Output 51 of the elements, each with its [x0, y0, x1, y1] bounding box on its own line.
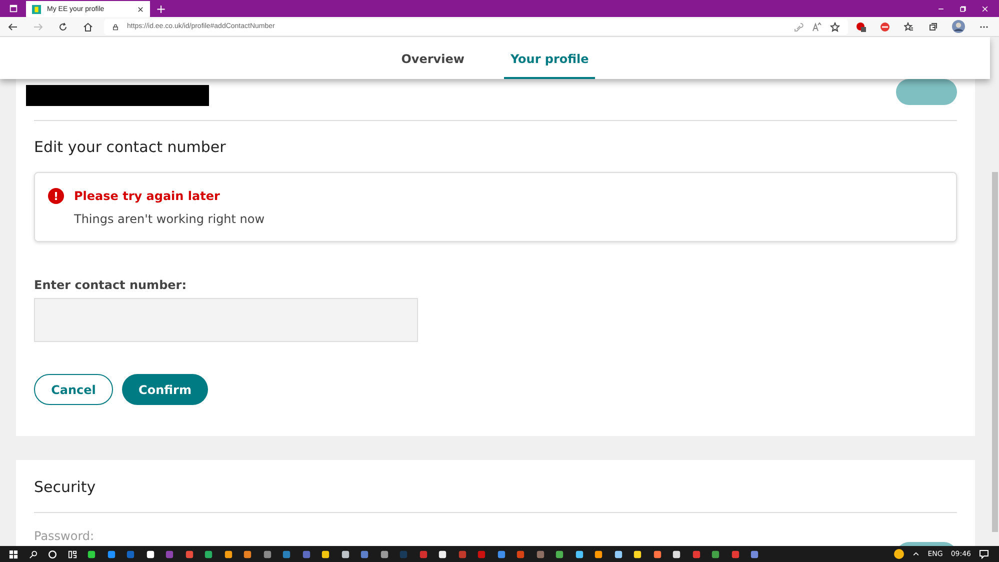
cortana-circle-icon[interactable] [48, 550, 58, 558]
app-icon[interactable] [146, 550, 155, 558]
refresh-icon[interactable] [58, 22, 68, 32]
app-icon[interactable] [594, 550, 604, 558]
alert-message: Things aren't working right now [74, 212, 266, 226]
favorite-star-icon[interactable] [830, 22, 840, 32]
windows-start-icon[interactable] [9, 550, 18, 558]
confirm-button[interactable]: Confirm [122, 374, 208, 405]
error-icon: ! [48, 188, 64, 204]
app-icon[interactable] [224, 550, 233, 558]
favorites-icon[interactable] [904, 22, 914, 32]
app-icon[interactable] [340, 550, 350, 558]
app-icon[interactable] [672, 550, 682, 558]
app-icon[interactable] [614, 550, 623, 558]
lock-icon [112, 22, 119, 30]
cancel-button[interactable]: Cancel [34, 374, 113, 405]
field-label: Enter contact number: [34, 278, 188, 292]
notifications-icon[interactable] [979, 549, 989, 559]
alert-title: Please try again later [74, 189, 221, 203]
chevron-up-icon[interactable] [912, 550, 920, 558]
app-icon[interactable] [633, 550, 642, 558]
home-icon[interactable] [82, 22, 92, 32]
contact-number-field[interactable] [34, 298, 418, 342]
app-icon[interactable] [652, 550, 662, 558]
app-icon[interactable] [438, 550, 448, 558]
extension-icon[interactable] [856, 22, 866, 32]
restore-icon[interactable] [959, 4, 967, 12]
app-icon[interactable] [380, 550, 389, 558]
field-label: Password: [34, 529, 94, 545]
extension-icon[interactable] [880, 22, 890, 32]
edit-button[interactable] [896, 79, 957, 105]
app-icon[interactable] [321, 550, 330, 558]
search-icon[interactable] [28, 550, 38, 558]
tab-actions-icon[interactable] [8, 4, 18, 13]
read-aloud-icon[interactable] [812, 22, 822, 32]
app-icon[interactable] [243, 550, 252, 558]
app-icon[interactable] [204, 550, 214, 558]
app-icon[interactable] [87, 550, 96, 558]
app-icon[interactable] [574, 550, 584, 558]
nav-tab[interactable]: Overview [395, 37, 470, 79]
back-arrow-icon[interactable] [8, 22, 18, 32]
collections-icon[interactable] [928, 22, 938, 32]
task-view-icon[interactable] [68, 550, 77, 558]
section-heading: Edit your contact number [34, 137, 227, 156]
app-icon[interactable] [555, 550, 564, 558]
close-icon[interactable] [137, 6, 144, 12]
site-icon [32, 4, 41, 14]
profile-avatar[interactable] [952, 20, 965, 33]
weather-sun-icon[interactable] [894, 549, 904, 559]
new-tab-button[interactable]: + [150, 1, 172, 17]
section-heading: Security [34, 478, 97, 496]
